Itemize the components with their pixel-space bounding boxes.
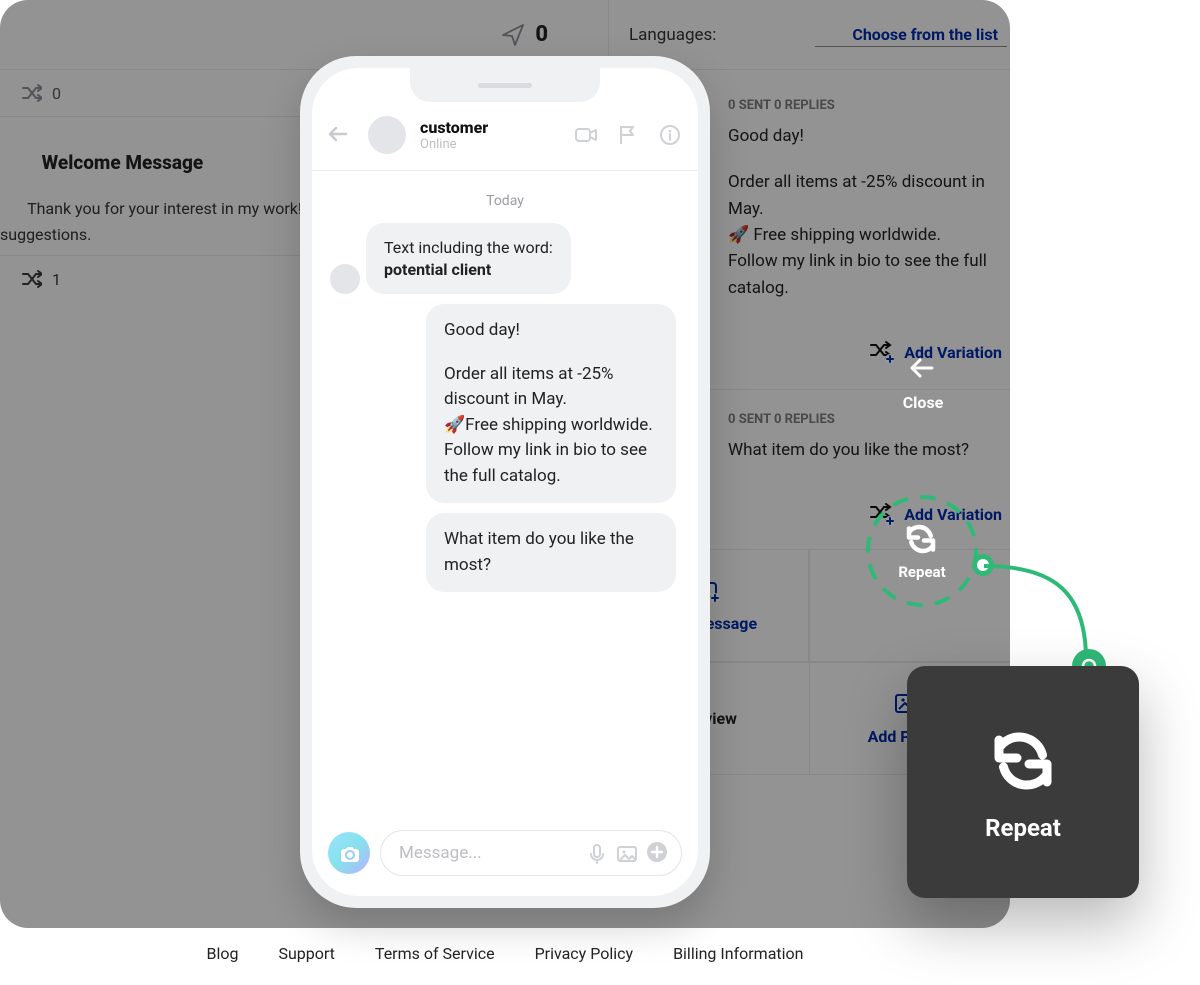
outgoing-bubble: What item do you like the most? bbox=[426, 513, 676, 592]
info-icon[interactable] bbox=[658, 123, 682, 147]
dashed-circle bbox=[864, 493, 980, 609]
chat-input-row: Message... bbox=[312, 820, 698, 896]
connector-dot bbox=[972, 554, 994, 576]
avatar bbox=[330, 264, 360, 294]
plus-icon[interactable] bbox=[645, 840, 671, 866]
camera-icon bbox=[338, 842, 360, 864]
image-icon[interactable] bbox=[615, 842, 637, 864]
arrow-left-icon bbox=[328, 122, 350, 144]
footer-blog[interactable]: Blog bbox=[206, 944, 238, 963]
chat-body: Today Text including the word: potential… bbox=[312, 171, 698, 820]
phone-mockup: customer Online Today Text including the… bbox=[300, 56, 710, 908]
footer-tos[interactable]: Terms of Service bbox=[375, 944, 495, 963]
video-icon[interactable] bbox=[574, 123, 598, 147]
arrow-left-icon bbox=[896, 353, 950, 383]
refresh-icon bbox=[984, 722, 1062, 800]
input-placeholder: Message... bbox=[399, 843, 577, 863]
contact-status: Online bbox=[420, 137, 560, 152]
outgoing-bubble: Good day! Order all items at -25% discou… bbox=[426, 304, 676, 503]
flag-icon[interactable] bbox=[616, 123, 640, 147]
camera-button[interactable] bbox=[328, 832, 370, 874]
repeat-callout[interactable]: Repeat bbox=[907, 666, 1139, 898]
repeat-overlay-highlighted[interactable]: Repeat bbox=[864, 493, 980, 609]
contact-name: customer bbox=[420, 118, 560, 137]
avatar[interactable] bbox=[368, 116, 406, 154]
message-input[interactable]: Message... bbox=[380, 830, 682, 876]
close-overlay[interactable]: Close bbox=[888, 353, 958, 412]
footer-support[interactable]: Support bbox=[278, 944, 334, 963]
mic-icon[interactable] bbox=[585, 842, 607, 864]
phone-notch bbox=[410, 68, 600, 102]
footer-billing[interactable]: Billing Information bbox=[673, 944, 803, 963]
back-button[interactable] bbox=[328, 122, 354, 148]
footer-privacy[interactable]: Privacy Policy bbox=[535, 944, 634, 963]
day-divider: Today bbox=[330, 193, 680, 209]
footer-links: Blog Support Terms of Service Privacy Po… bbox=[0, 928, 1010, 978]
incoming-bubble: Text including the word: potential clien… bbox=[366, 223, 571, 294]
